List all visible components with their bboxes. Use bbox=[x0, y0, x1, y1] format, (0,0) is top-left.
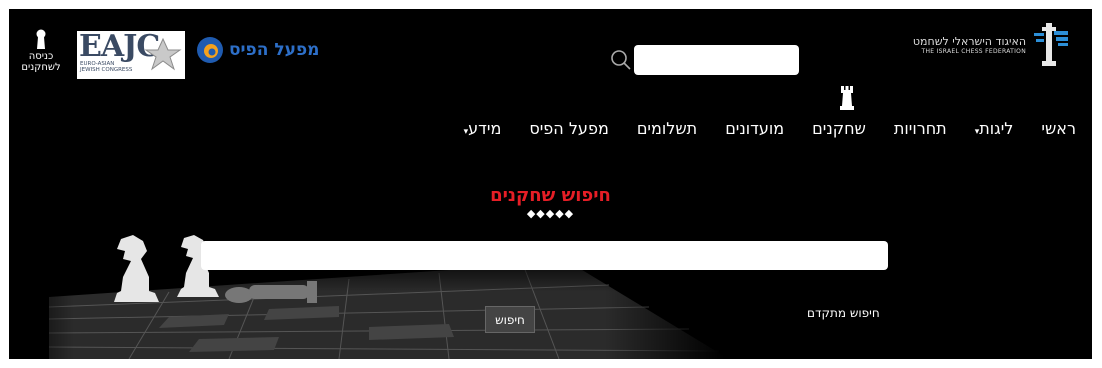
federation-logo-text: האיגוד הישראלי לשחמט THE ISRAEL CHESS FE… bbox=[913, 35, 1026, 56]
advanced-search-link[interactable]: חיפוש מתקדם bbox=[807, 306, 880, 320]
nav-item-players[interactable]: שחקנים bbox=[812, 119, 866, 138]
nav-item-payments[interactable]: תשלומים bbox=[637, 119, 697, 138]
nav-item-players-label: שחקנים bbox=[812, 119, 866, 138]
search-icon[interactable] bbox=[610, 49, 632, 71]
federation-logo[interactable]: האיגוד הישראלי לשחמט THE ISRAEL CHESS FE… bbox=[913, 21, 1070, 69]
player-login-link[interactable]: כניסה לשחקנים bbox=[21, 29, 61, 73]
pais-logo[interactable]: מפעל הפיס bbox=[195, 35, 319, 65]
search-button[interactable]: חיפוש bbox=[485, 306, 535, 333]
nav-item-leagues-label: ליגות bbox=[979, 119, 1014, 138]
federation-name-english: THE ISRAEL CHESS FEDERATION bbox=[921, 47, 1026, 55]
nav-item-clubs[interactable]: מועדונים bbox=[725, 119, 784, 138]
federation-emblem-icon bbox=[1034, 23, 1068, 66]
nav-item-home[interactable]: ראשי bbox=[1041, 119, 1076, 138]
player-search-input[interactable] bbox=[201, 241, 888, 270]
page-frame: האיגוד הישראלי לשחמט THE ISRAEL CHESS FE… bbox=[9, 9, 1092, 359]
keyhole-icon bbox=[36, 29, 46, 49]
header-search-input[interactable] bbox=[634, 45, 799, 75]
main-nav: ראשי ליגות▾ תחרויות שחקנים מועדונים תשלו… bbox=[464, 119, 1076, 138]
eajc-logo-subtitle: EURO-ASIAN JEWISH CONGRESS bbox=[80, 61, 132, 73]
nav-item-tournaments-label: תחרויות bbox=[893, 119, 947, 138]
nav-item-info[interactable]: מידע▾ bbox=[464, 119, 502, 138]
eajc-logo-subtitle-line2: JEWISH CONGRESS bbox=[80, 67, 133, 73]
nav-item-clubs-label: מועדונים bbox=[725, 119, 785, 138]
nav-item-pais-label: מפעל הפיס bbox=[529, 119, 609, 138]
player-search-title: חיפוש שחקנים bbox=[490, 185, 611, 206]
rook-icon bbox=[840, 86, 854, 110]
eajc-star-icon bbox=[144, 37, 182, 71]
pais-emblem-icon bbox=[197, 37, 223, 63]
pais-logo-name: מפעל הפיס bbox=[229, 40, 320, 60]
nav-item-tournaments[interactable]: תחרויות bbox=[894, 119, 947, 138]
player-login-label: כניסה לשחקנים bbox=[21, 51, 61, 73]
nav-item-payments-label: תשלומים bbox=[636, 119, 698, 138]
title-diamond-divider: ◆◆◆◆◆ bbox=[526, 207, 575, 220]
eajc-logo[interactable]: EAJC EURO-ASIAN JEWISH CONGRESS bbox=[77, 29, 185, 79]
federation-name-hebrew: האיגוד הישראלי לשחמט bbox=[912, 34, 1026, 48]
nav-item-pais[interactable]: מפעל הפיס bbox=[529, 119, 608, 138]
nav-item-info-label: מידע bbox=[468, 119, 502, 138]
nav-item-home-label: ראשי bbox=[1041, 119, 1076, 138]
nav-item-leagues[interactable]: ליגות▾ bbox=[975, 119, 1014, 138]
